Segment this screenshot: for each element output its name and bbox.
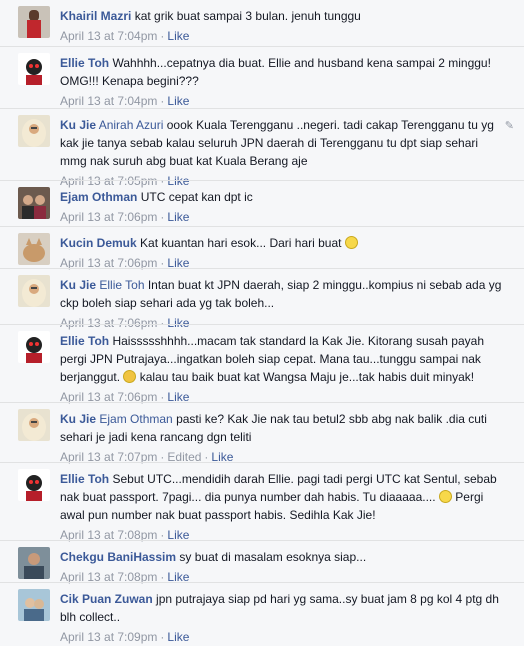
comment-author[interactable]: Ellie Toh [60, 334, 109, 348]
comment-mention[interactable]: Anirah Azuri [99, 118, 164, 132]
comment-text: sy buat di masalam esoknya siap... [179, 550, 367, 564]
comment-mention[interactable]: Ejam Othman [99, 412, 172, 426]
comment-timestamp[interactable]: April 13 at 7:04pm [60, 29, 157, 43]
comment-text: Wahhhh...cepatnya dia buat. Ellie and hu… [60, 56, 491, 88]
comment-mention[interactable]: Ellie Toh [99, 278, 144, 292]
comment: ✎ Ku Jie Anirah Azuri oook Kuala Terengg… [0, 108, 524, 188]
comment-timestamp[interactable]: April 13 at 7:06pm [60, 210, 157, 224]
comment: Ellie Toh Wahhhh...cepatnya dia buat. El… [0, 46, 524, 108]
comment-thread: Khairil Mazri kat grik buat sampai 3 bul… [0, 0, 524, 644]
like-button[interactable]: Like [167, 29, 189, 43]
like-button[interactable]: Like [167, 210, 189, 224]
comment: Kucin Demuk Kat kuantan hari esok... Dar… [0, 226, 524, 270]
comment: Chekgu BaniHassim sy buat di masalam eso… [0, 540, 524, 584]
avatar[interactable] [18, 547, 50, 579]
comment: Khairil Mazri kat grik buat sampai 3 bul… [0, 0, 524, 46]
avatar[interactable] [18, 53, 50, 85]
comment: Cik Puan Zuwan jpn putrajaya siap pd har… [0, 582, 524, 644]
smiley-emoji-icon [344, 236, 358, 249]
avatar[interactable] [18, 331, 50, 363]
comment-text-continued: kalau tau baik buat kat Wangsa Maju je..… [139, 370, 475, 384]
comment-text: kat grik buat sampai 3 bulan. jenuh tung… [134, 9, 361, 23]
comment: Ku Jie Ellie Toh Intan buat kt JPN daera… [0, 268, 524, 330]
comment: Ku Jie Ejam Othman pasti ke? Kak Jie nak… [0, 402, 524, 464]
avatar[interactable] [18, 589, 50, 621]
comment: Ejam Othman UTC cepat kan dpt ic April 1… [0, 180, 524, 226]
avatar[interactable] [18, 187, 50, 219]
like-button[interactable]: Like [167, 630, 189, 644]
comment-author[interactable]: Chekgu BaniHassim [60, 550, 176, 564]
avatar[interactable] [18, 275, 50, 307]
comment-timestamp[interactable]: April 13 at 7:09pm [60, 630, 157, 644]
comment-author[interactable]: Ku Jie [60, 412, 96, 426]
comment-author[interactable]: Ejam Othman [60, 190, 137, 204]
like-button[interactable]: Like [167, 94, 189, 108]
comment-text: UTC cepat kan dpt ic [140, 190, 253, 204]
comment-text: Sebut UTC...mendidih darah Ellie. pagi t… [60, 472, 497, 504]
avatar[interactable] [18, 6, 50, 38]
comment-timestamp[interactable]: April 13 at 7:04pm [60, 94, 157, 108]
avatar[interactable] [18, 469, 50, 501]
comment-author[interactable]: Ellie Toh [60, 56, 109, 70]
comment-author[interactable]: Cik Puan Zuwan [60, 592, 153, 606]
avatar[interactable] [18, 233, 50, 265]
sad-emoji-icon [438, 490, 452, 503]
comment-text: Kat kuantan hari esok... Dari hari buat [140, 236, 342, 250]
annoyed-emoji-icon [123, 370, 137, 383]
avatar[interactable] [18, 409, 50, 441]
comment-author[interactable]: Ku Jie [60, 278, 96, 292]
comment-author[interactable]: Ku Jie [60, 118, 96, 132]
comment-author[interactable]: Kucin Demuk [60, 236, 137, 250]
comment-author[interactable]: Khairil Mazri [60, 9, 131, 23]
avatar[interactable] [18, 115, 50, 147]
comment: Ellie Toh Sebut UTC...mendidih darah Ell… [0, 462, 524, 542]
comment-author[interactable]: Ellie Toh [60, 472, 109, 486]
comment: Ellie Toh Haissssshhhh...macam tak stand… [0, 324, 524, 404]
